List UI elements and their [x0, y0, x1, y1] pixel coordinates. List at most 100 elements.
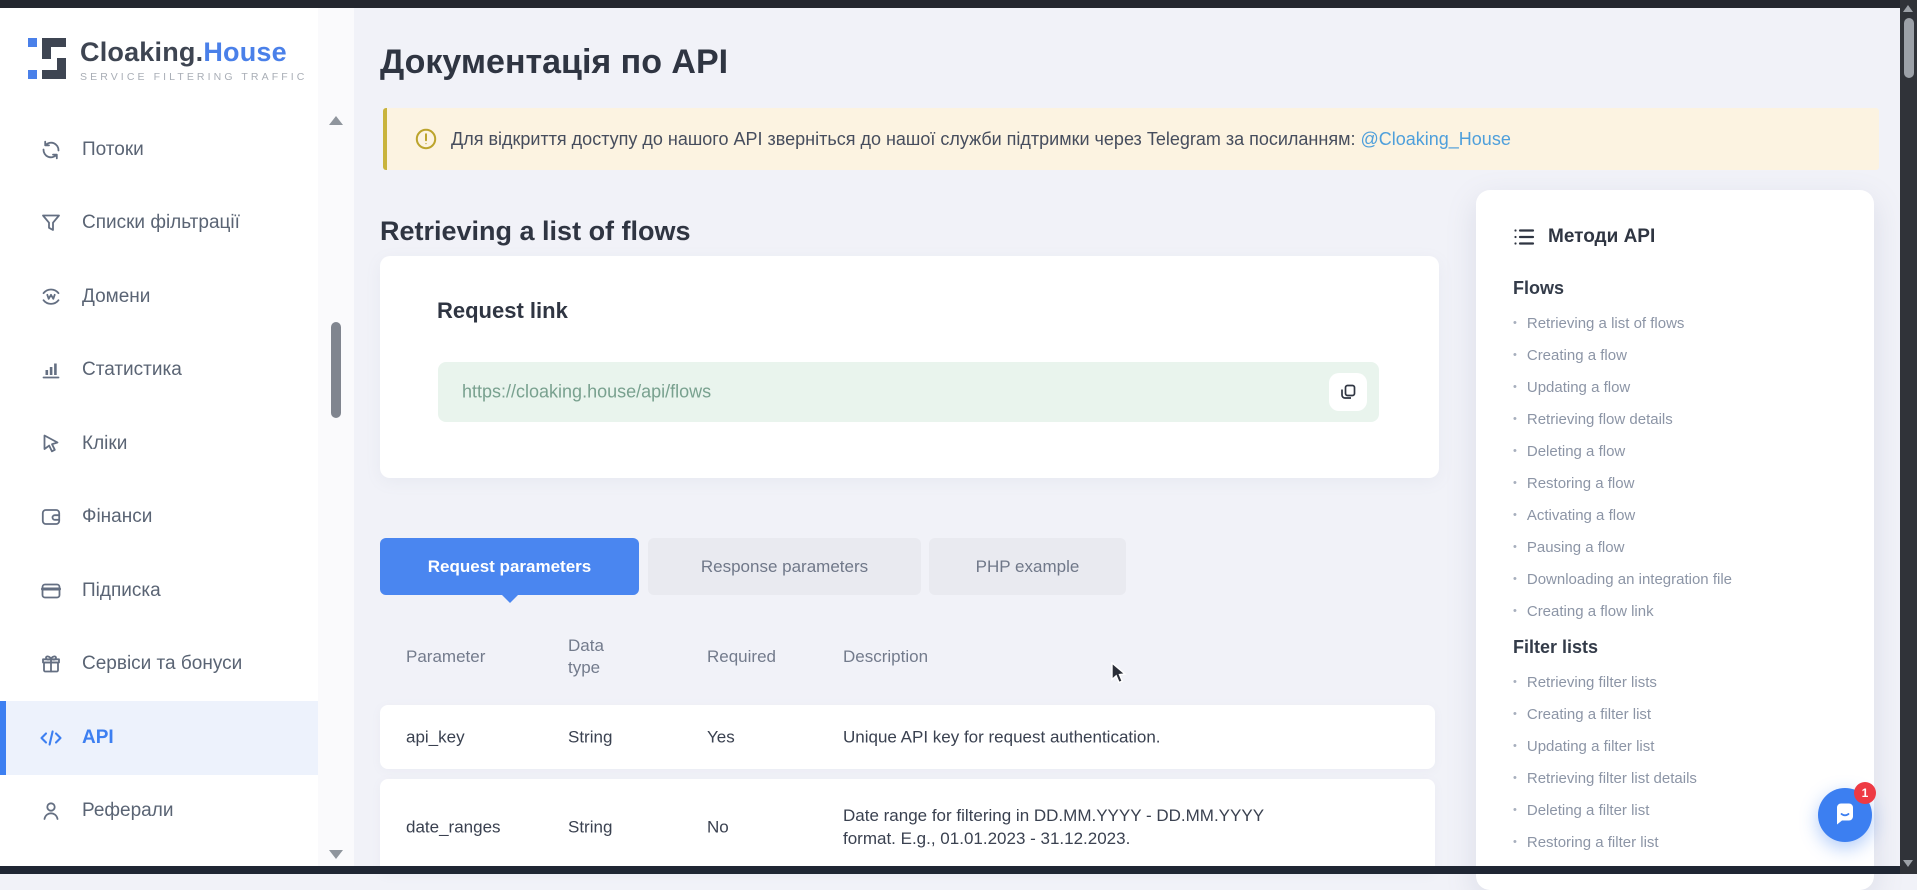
- tab-request-parameters[interactable]: Request parameters: [380, 538, 639, 595]
- tab-response-parameters[interactable]: Response parameters: [648, 538, 921, 595]
- globe-icon: [38, 284, 64, 310]
- browser-scrollbar-thumb[interactable]: [1904, 18, 1914, 78]
- scrollbar-down-arrow-icon[interactable]: [1903, 860, 1913, 867]
- api-access-warning-banner: Для відкриття доступу до нашого API звер…: [383, 108, 1879, 170]
- sidebar-item-label: Сервіси та бонуси: [82, 653, 242, 675]
- sidebar-item-subscription[interactable]: Підписка: [0, 554, 318, 628]
- user-icon: [38, 798, 64, 824]
- browser-scrollbar[interactable]: [1900, 0, 1917, 874]
- toc-item[interactable]: Deleting a flow: [1513, 435, 1850, 467]
- sidebar-item-label: Фінанси: [82, 506, 152, 528]
- toc-item[interactable]: Deleting a filter list: [1513, 794, 1850, 826]
- table-row: date_ranges String No Date range for fil…: [380, 779, 1435, 874]
- cell-required: No: [707, 815, 729, 838]
- cell-description: Unique API key for request authenticatio…: [843, 726, 1283, 749]
- tab-php-example[interactable]: PHP example: [929, 538, 1126, 595]
- toc-item[interactable]: Updating a filter list: [1513, 730, 1850, 762]
- sidebar-item-label: API: [82, 727, 114, 749]
- sidebar-menu: Потоки Списки фільтрації Домени Статисти…: [0, 113, 318, 848]
- toc-item[interactable]: Retrieving filter lists: [1513, 666, 1850, 698]
- sidebar-item-statistics[interactable]: Статистика: [0, 334, 318, 408]
- column-header-required: Required: [707, 646, 776, 668]
- sidebar: Cloaking.House SERVICE FILTERING TRAFFIC…: [0, 8, 318, 866]
- sidebar-item-label: Списки фільтрації: [82, 212, 240, 234]
- sidebar-item-referrals[interactable]: Реферали: [0, 775, 318, 849]
- request-url-text: https://cloaking.house/api/flows: [462, 382, 711, 403]
- cell-data-type: String: [568, 726, 626, 749]
- api-methods-header: Методи API: [1513, 226, 1850, 248]
- chat-bubble-icon: [1831, 801, 1859, 829]
- toc-item[interactable]: Pausing a flow: [1513, 531, 1850, 563]
- filter-icon: [38, 210, 64, 236]
- bar-chart-icon: [38, 357, 64, 383]
- request-link-title: Request link: [437, 298, 568, 324]
- sidebar-item-label: Кліки: [82, 433, 127, 455]
- toc-item[interactable]: Creating a flow link: [1513, 595, 1850, 627]
- wallet-icon: [38, 504, 64, 530]
- params-table-header: Parameter Data type Required Description: [380, 617, 1435, 697]
- column-header-data-type: Data type: [568, 635, 626, 679]
- warning-icon: [415, 128, 437, 150]
- logo-part1: Cloaking.: [80, 37, 203, 67]
- sidebar-item-api[interactable]: API: [0, 701, 318, 775]
- chat-notification-badge: 1: [1854, 782, 1876, 804]
- chat-support-button[interactable]: 1: [1818, 788, 1872, 842]
- cursor-click-icon: [38, 431, 64, 457]
- cell-parameter: api_key: [406, 726, 465, 749]
- sidebar-item-label: Статистика: [82, 359, 182, 381]
- gift-icon: [38, 651, 64, 677]
- column-header-parameter: Parameter: [406, 646, 485, 668]
- banner-message: Для відкриття доступу до нашого API звер…: [451, 129, 1355, 149]
- page-title: Документація по API: [380, 43, 728, 82]
- toc-item[interactable]: Creating a flow: [1513, 339, 1850, 371]
- logo-tagline: SERVICE FILTERING TRAFFIC: [80, 71, 307, 83]
- code-icon: [38, 725, 64, 751]
- toc-item[interactable]: Downloading an integration file: [1513, 563, 1850, 595]
- copy-url-button[interactable]: [1329, 373, 1367, 411]
- sidebar-scrollbar[interactable]: [318, 8, 354, 866]
- logo-part2: House: [203, 37, 287, 67]
- sidebar-item-label: Підписка: [82, 580, 161, 602]
- cell-data-type: String: [568, 815, 626, 838]
- toc-item[interactable]: Retrieving a list of flows: [1513, 307, 1850, 339]
- toc-item[interactable]: Retrieving flow details: [1513, 403, 1850, 435]
- sidebar-scrollbar-thumb[interactable]: [331, 322, 341, 418]
- cell-parameter: date_ranges: [406, 815, 501, 838]
- banner-text: Для відкриття доступу до нашого API звер…: [451, 129, 1511, 150]
- sidebar-item-finances[interactable]: Фінанси: [0, 481, 318, 555]
- toc-flows-list: Retrieving a list of flows Creating a fl…: [1513, 307, 1850, 627]
- api-methods-panel: Методи API Flows Retrieving a list of fl…: [1476, 190, 1874, 890]
- cell-description: Date range for filtering in DD.MM.YYYY -…: [843, 804, 1283, 850]
- sidebar-item-filter-lists[interactable]: Списки фільтрації: [0, 187, 318, 261]
- cell-required: Yes: [707, 726, 735, 749]
- column-header-description: Description: [843, 646, 928, 668]
- section-heading: Retrieving a list of flows: [380, 216, 691, 247]
- sidebar-item-clicks[interactable]: Кліки: [0, 407, 318, 481]
- scrollbar-up-arrow-icon[interactable]: [1903, 5, 1913, 12]
- request-url-field[interactable]: https://cloaking.house/api/flows: [438, 362, 1379, 422]
- logo-title: Cloaking.House: [80, 37, 307, 68]
- list-icon: [1513, 227, 1535, 247]
- toc-item[interactable]: Creating a filter list: [1513, 698, 1850, 730]
- logo[interactable]: Cloaking.House SERVICE FILTERING TRAFFIC: [26, 34, 307, 84]
- sidebar-item-domains[interactable]: Домени: [0, 260, 318, 334]
- toc-item[interactable]: Restoring a flow: [1513, 467, 1850, 499]
- telegram-link[interactable]: @Cloaking_House: [1360, 129, 1510, 149]
- toc-item[interactable]: Activating a flow: [1513, 499, 1850, 531]
- sidebar-item-services-bonuses[interactable]: Сервіси та бонуси: [0, 628, 318, 702]
- request-link-card: Request link https://cloaking.house/api/…: [380, 256, 1439, 478]
- toc-item[interactable]: Updating a flow: [1513, 371, 1850, 403]
- toc-item[interactable]: Retrieving filter list details: [1513, 762, 1850, 794]
- toc-section-flows: Flows: [1513, 278, 1850, 299]
- credit-card-icon: [38, 578, 64, 604]
- sidebar-scroll-down-arrow-icon[interactable]: [329, 850, 343, 859]
- window-bottom-edge: [0, 866, 1917, 874]
- sync-icon: [38, 137, 64, 163]
- sidebar-item-flows[interactable]: Потоки: [0, 113, 318, 187]
- sidebar-item-label: Домени: [82, 286, 150, 308]
- cloaking-house-logo-icon: [26, 34, 70, 84]
- window-top-edge: [0, 0, 1917, 8]
- sidebar-scroll-up-arrow-icon[interactable]: [329, 116, 343, 125]
- toc-item[interactable]: Restoring a filter list: [1513, 826, 1850, 858]
- toc-filter-lists: Retrieving filter lists Creating a filte…: [1513, 666, 1850, 858]
